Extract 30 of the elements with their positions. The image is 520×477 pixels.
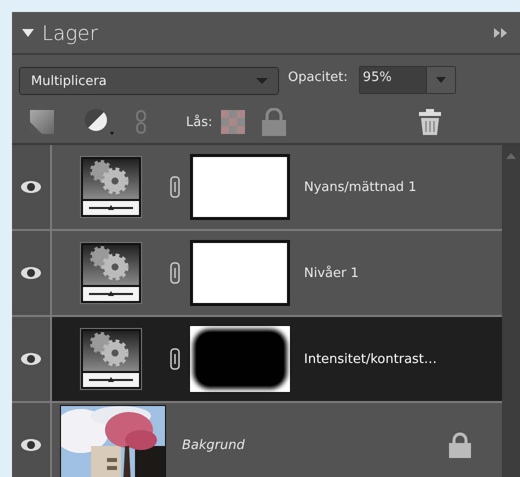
layer-row[interactable]: Nyans/mättnad 1 (12, 145, 502, 231)
collapse-triangle-icon[interactable] (22, 28, 34, 38)
eye-icon[interactable] (20, 438, 42, 452)
panel-title: Lager (42, 20, 98, 44)
dropdown-caret-icon (436, 76, 446, 84)
new-layer-icon[interactable] (30, 110, 54, 134)
layer-name: Nivåer 1 (304, 266, 359, 280)
opacity-label: Opacitet: (288, 70, 348, 84)
layer-row[interactable]: Intensitet/kontrast… (12, 317, 502, 403)
adjustment-layer-thumbnail (80, 156, 142, 218)
chain-icon[interactable] (170, 176, 180, 198)
adjustment-layer-thumbnail (80, 328, 142, 390)
trash-icon[interactable] (419, 109, 442, 135)
scrollbar[interactable] (502, 145, 520, 477)
eye-icon[interactable] (20, 180, 42, 194)
chain-icon[interactable] (170, 348, 180, 370)
chain-icon[interactable] (170, 262, 180, 284)
layer-name: Intensitet/kontrast… (304, 352, 437, 366)
lock-label: Lås: (186, 114, 212, 130)
layer-name: Nyans/mättnad 1 (304, 180, 416, 194)
layer-row[interactable]: Nivåer 1 (12, 231, 502, 317)
adjustment-layer-thumbnail (80, 242, 142, 304)
opacity-field[interactable]: 95% (358, 66, 456, 94)
half-circle-icon[interactable] (84, 108, 114, 136)
eye-icon[interactable] (20, 352, 42, 366)
dropdown-caret-icon (256, 77, 268, 85)
layer-name: Bakgrund (182, 438, 245, 452)
eye-icon[interactable] (20, 266, 42, 280)
double-arrow-icon[interactable] (494, 28, 508, 38)
blend-mode-dropdown[interactable]: Multiplicera (19, 67, 279, 95)
